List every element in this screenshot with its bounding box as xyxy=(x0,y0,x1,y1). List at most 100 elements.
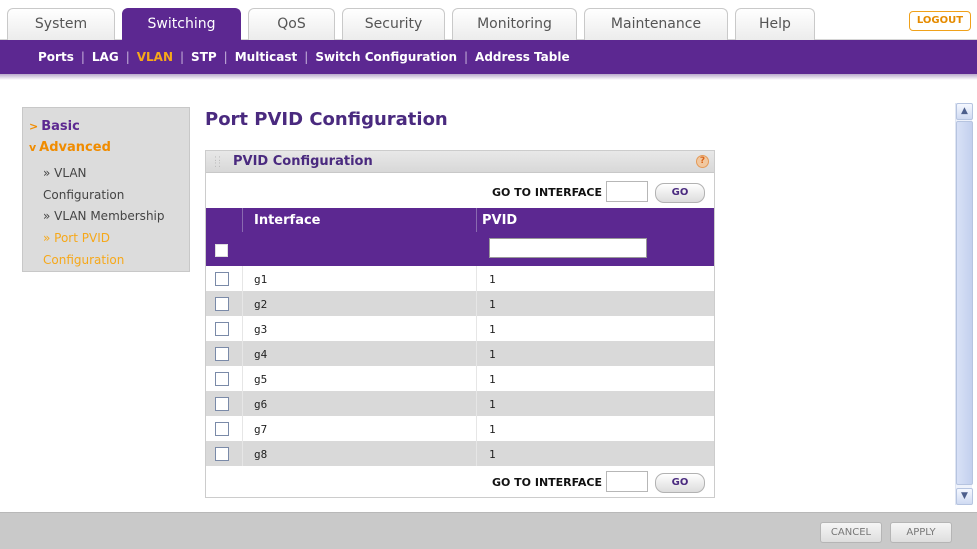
select-all-checkbox[interactable] xyxy=(215,244,228,257)
help-icon[interactable]: ? xyxy=(696,155,709,168)
column-divider xyxy=(242,291,243,316)
vertical-scrollbar[interactable]: ▲ ▼ xyxy=(955,103,973,505)
table-row: g7 1 xyxy=(206,416,714,441)
pvid-cell: 1 xyxy=(489,373,496,386)
interface-cell: g6 xyxy=(254,398,268,411)
row-checkbox[interactable] xyxy=(215,447,229,461)
tab-help[interactable]: Help xyxy=(735,8,815,40)
tab-maintenance[interactable]: Maintenance xyxy=(584,8,728,40)
logout-button[interactable]: LOGOUT xyxy=(909,11,971,31)
table-row: g3 1 xyxy=(206,316,714,341)
go-button[interactable]: GO xyxy=(655,473,705,493)
column-divider xyxy=(476,291,477,316)
chevron-down-icon: v xyxy=(29,141,37,154)
column-divider xyxy=(242,316,243,341)
pvid-cell: 1 xyxy=(489,348,496,361)
subnav-multicast[interactable]: Multicast xyxy=(235,50,298,64)
row-checkbox[interactable] xyxy=(215,372,229,386)
column-divider xyxy=(476,316,477,341)
left-menu: > Basic v Advanced » VLAN Configuration » … xyxy=(22,107,190,272)
pvid-cell: 1 xyxy=(489,398,496,411)
interface-cell: g2 xyxy=(254,298,268,311)
tab-switching[interactable]: Switching xyxy=(122,8,241,40)
column-divider xyxy=(242,416,243,441)
scroll-up-icon[interactable]: ▲ xyxy=(956,103,973,120)
column-divider xyxy=(476,416,477,441)
interface-cell: g5 xyxy=(254,373,268,386)
column-divider xyxy=(476,441,477,466)
goto-interface-row-bottom: GO TO INTERFACE GO xyxy=(206,470,714,494)
tab-security[interactable]: Security xyxy=(342,8,445,40)
column-divider xyxy=(242,266,243,291)
goto-interface-input[interactable] xyxy=(606,181,648,202)
pvid-cell: 1 xyxy=(489,423,496,436)
pvid-cell: 1 xyxy=(489,298,496,311)
row-checkbox[interactable] xyxy=(215,422,229,436)
menu-advanced[interactable]: v Advanced xyxy=(29,140,111,155)
interface-cell: g4 xyxy=(254,348,268,361)
apply-button[interactable]: APPLY xyxy=(890,522,952,543)
column-divider xyxy=(242,366,243,391)
row-checkbox[interactable] xyxy=(215,322,229,336)
column-header-pvid: PVID xyxy=(482,213,518,228)
menu-item-port-pvid-configuration[interactable]: » Port PVID Configuration xyxy=(43,227,124,271)
table-input-row xyxy=(206,232,714,266)
subnav-separator: | xyxy=(80,50,85,64)
row-checkbox[interactable] xyxy=(215,272,229,286)
pvid-cell: 1 xyxy=(489,448,496,461)
goto-interface-input[interactable] xyxy=(606,471,648,492)
interface-cell: g3 xyxy=(254,323,268,336)
scrollbar-thumb[interactable] xyxy=(956,121,973,485)
table-row: g2 1 xyxy=(206,291,714,316)
column-divider xyxy=(476,366,477,391)
column-divider xyxy=(476,341,477,366)
subnav-vlan[interactable]: VLAN xyxy=(137,50,173,64)
table-row: g6 1 xyxy=(206,391,714,416)
menu-item-vlan-configuration[interactable]: » VLAN Configuration xyxy=(43,162,124,206)
column-divider xyxy=(242,208,243,232)
sub-navigation: Ports | LAG | VLAN | STP | Multicast | S… xyxy=(0,40,977,74)
footer-bar: CANCEL APPLY xyxy=(0,512,977,549)
subnav-separator: | xyxy=(125,50,130,64)
subnav-stp[interactable]: STP xyxy=(191,50,217,64)
subnav-ports[interactable]: Ports xyxy=(38,50,74,64)
goto-interface-label: GO TO INTERFACE xyxy=(491,186,602,199)
subnav-switch-configuration[interactable]: Switch Configuration xyxy=(315,50,457,64)
tab-qos[interactable]: QoS xyxy=(248,8,335,40)
subnav-address-table[interactable]: Address Table xyxy=(475,50,570,64)
menu-basic[interactable]: > Basic xyxy=(29,119,80,134)
subnav-shadow xyxy=(0,74,977,80)
row-checkbox[interactable] xyxy=(215,297,229,311)
column-divider xyxy=(242,441,243,466)
row-checkbox[interactable] xyxy=(215,347,229,361)
subnav-separator: | xyxy=(180,50,185,64)
table-header: Interface PVID xyxy=(206,208,714,232)
subnav-lag[interactable]: LAG xyxy=(92,50,119,64)
table-row: g1 1 xyxy=(206,266,714,291)
pvid-input[interactable] xyxy=(489,238,647,258)
interface-cell: g8 xyxy=(254,448,268,461)
column-divider xyxy=(476,208,477,232)
tab-monitoring[interactable]: Monitoring xyxy=(452,8,577,40)
column-divider xyxy=(242,341,243,366)
subnav-separator: | xyxy=(304,50,309,64)
app-window: System Switching QoS Security Monitoring… xyxy=(0,0,977,549)
tab-system[interactable]: System xyxy=(7,8,115,40)
interface-cell: g7 xyxy=(254,423,268,436)
pvid-cell: 1 xyxy=(489,323,496,336)
scroll-down-icon[interactable]: ▼ xyxy=(956,488,973,505)
pvid-cell: 1 xyxy=(489,273,496,286)
table-body: g1 1 g2 1 g3 1 g4 1 g5 1 g6 1 g7 1 g8 1 xyxy=(206,266,714,466)
cancel-button[interactable]: CANCEL xyxy=(820,522,882,543)
table-row: g8 1 xyxy=(206,441,714,466)
chevron-right-icon: > xyxy=(29,120,39,133)
menu-item-vlan-membership[interactable]: » VLAN Membership xyxy=(43,205,165,227)
panel-title: PVID Configuration xyxy=(233,154,373,169)
column-header-interface: Interface xyxy=(254,213,321,228)
column-divider xyxy=(476,266,477,291)
go-button[interactable]: GO xyxy=(655,183,705,203)
goto-interface-row-top: GO TO INTERFACE GO xyxy=(206,180,714,204)
panel-header: :::: PVID Configuration ? xyxy=(206,151,714,173)
row-checkbox[interactable] xyxy=(215,397,229,411)
pvid-configuration-panel: :::: PVID Configuration ? GO TO INTERFAC… xyxy=(205,150,715,498)
